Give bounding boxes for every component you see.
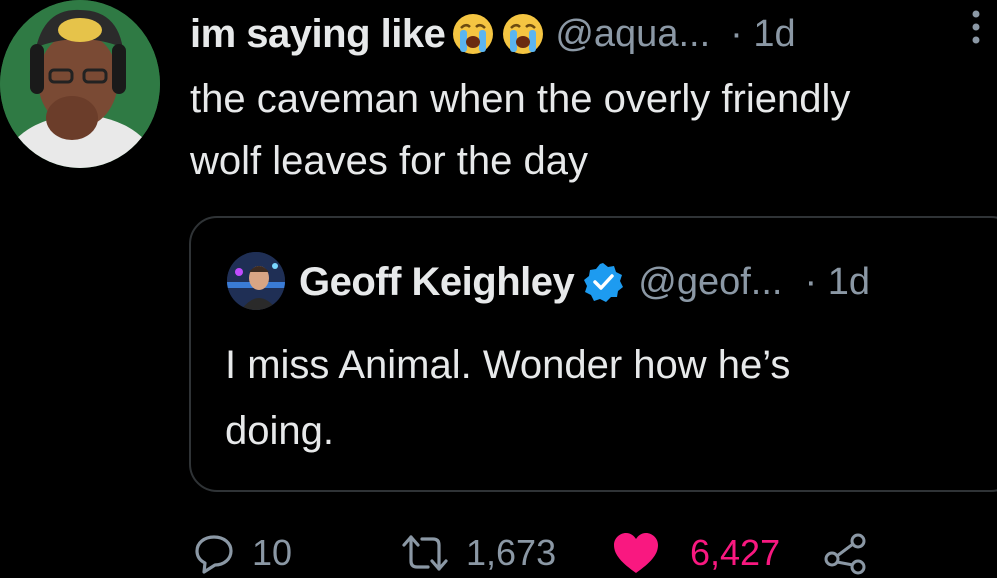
quote-header: Geoff Keighley @geof... · 1d — [299, 254, 870, 310]
more-options-icon[interactable] — [966, 6, 986, 52]
quote-text-line: I miss Animal. Wonder how he’s — [225, 343, 791, 387]
loudly-crying-face-icon — [451, 12, 495, 56]
verified-badge-icon — [582, 261, 624, 303]
tweet-text-line: wolf leaves for the day — [190, 139, 588, 183]
quote-display-name: Geoff Keighley — [299, 259, 575, 304]
handle[interactable]: @aqua... — [555, 13, 710, 56]
quote-tweet-card[interactable]: Geoff Keighley @geof... · 1d I miss Anim… — [189, 216, 997, 492]
retweet-button[interactable]: 1,673 — [400, 528, 556, 578]
quote-timestamp: · 1d — [804, 260, 870, 303]
quote-handle: @geof... — [638, 260, 783, 303]
quote-text-line: doing. — [225, 409, 334, 453]
tweet-header: im saying like @aqua... · 1d — [190, 6, 796, 62]
share-button[interactable] — [822, 528, 870, 578]
heart-icon — [614, 533, 658, 573]
avatar[interactable] — [0, 0, 160, 168]
reply-count: 10 — [252, 532, 293, 573]
share-icon — [824, 533, 866, 575]
reply-icon — [195, 535, 233, 574]
like-button[interactable]: 6,427 — [612, 528, 780, 578]
quote-text: I miss Animal. Wonder how he’s doing. — [225, 332, 985, 464]
loudly-crying-face-icon — [501, 12, 545, 56]
like-count: 6,427 — [690, 532, 781, 573]
reply-button[interactable]: 10 — [192, 528, 292, 578]
retweet-count: 1,673 — [466, 532, 557, 573]
tweet-text: the caveman when the overly friendly wol… — [190, 68, 997, 192]
display-name[interactable]: im saying like — [190, 12, 446, 57]
quote-avatar — [227, 252, 285, 310]
retweet-icon — [402, 535, 448, 571]
tweet-text-line: the caveman when the overly friendly — [190, 77, 851, 121]
tweet-actions: 10 1,673 6,427 — [192, 528, 992, 578]
timestamp[interactable]: · 1d — [730, 13, 795, 56]
